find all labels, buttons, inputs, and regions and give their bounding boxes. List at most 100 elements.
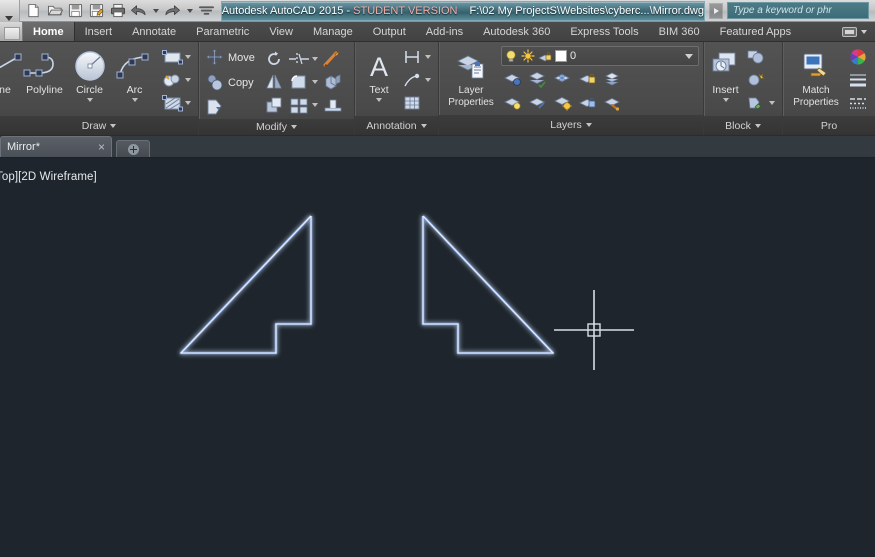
dimension-button[interactable] [400, 46, 424, 68]
rectangle-dropdown-caret-icon[interactable] [185, 55, 191, 59]
create-block-button[interactable] [744, 46, 768, 68]
rotate-button[interactable] [262, 48, 286, 70]
trim-dropdown-caret-icon[interactable] [311, 57, 318, 61]
layer-change-to-current-button[interactable] [601, 92, 625, 114]
circle-dropdown-caret-icon[interactable] [86, 98, 93, 102]
new-document-button[interactable] [24, 1, 44, 20]
drawing-canvas[interactable]: Top][2D Wireframe] [0, 158, 875, 557]
undo-arrow-icon [131, 4, 146, 15]
leader-dropdown-caret-icon[interactable] [425, 78, 431, 82]
rectangle-button[interactable] [160, 46, 184, 68]
3d-array-button[interactable] [321, 71, 345, 93]
redo-dropdown-caret-icon[interactable] [186, 8, 193, 13]
layer-isolate-button[interactable] [501, 68, 525, 90]
define-attributes-button[interactable] [744, 69, 768, 91]
panel-annotation-label[interactable]: Annotation [355, 116, 438, 135]
tab-annotate[interactable]: Annotate [122, 22, 186, 41]
edit-polyline-dropdown-caret-icon[interactable] [185, 78, 191, 82]
dimension-dropdown-caret-icon[interactable] [425, 55, 431, 59]
stretch-button[interactable] [203, 96, 261, 119]
hatch-button[interactable] [160, 92, 184, 114]
layer-thaw-all-button[interactable] [551, 92, 575, 114]
text-button[interactable]: A Text [359, 45, 399, 115]
fillet-button[interactable] [287, 71, 311, 93]
circle-button[interactable]: Circle [67, 45, 112, 115]
layer-unisolate-button[interactable] [526, 68, 550, 90]
undo-dropdown-caret-icon[interactable] [152, 8, 159, 13]
edit-block-dropdown-caret-icon[interactable] [769, 101, 775, 105]
layer-merge-button[interactable] [601, 68, 625, 90]
presspull-button[interactable] [321, 94, 345, 116]
tab-output[interactable]: Output [363, 22, 416, 41]
tab-autodesk-360[interactable]: Autodesk 360 [473, 22, 560, 41]
tab-insert[interactable]: Insert [75, 22, 123, 41]
save-document-button[interactable] [66, 1, 86, 20]
layer-on-button[interactable] [501, 92, 525, 114]
match-properties-button[interactable]: Match Properties [787, 45, 845, 115]
tab-home[interactable]: Home [22, 22, 75, 41]
text-dropdown-caret-icon[interactable] [376, 98, 382, 102]
insert-dropdown-caret-icon[interactable] [722, 98, 729, 102]
define-attributes-icon [748, 73, 765, 86]
customize-quick-access-button[interactable] [197, 1, 217, 20]
save-as-document-button[interactable] [87, 1, 107, 20]
tab-manage[interactable]: Manage [303, 22, 363, 41]
linetype-button[interactable] [846, 92, 870, 114]
tab-add-ins[interactable]: Add-ins [416, 22, 473, 41]
current-layer-dropdown[interactable]: 0 [501, 46, 699, 66]
open-document-button[interactable] [45, 1, 65, 20]
layer-properties-button[interactable]: Layer Properties [443, 46, 499, 108]
polyline-button[interactable]: Polyline [22, 45, 67, 115]
tab-featured-apps[interactable]: Featured Apps [710, 22, 802, 41]
leader-button[interactable] [400, 69, 424, 91]
edit-block-button[interactable] [744, 92, 768, 114]
move-button[interactable]: Move [203, 46, 261, 69]
object-color-button[interactable] [846, 46, 870, 68]
layer-thaw-button[interactable] [526, 92, 550, 114]
panel-block-label[interactable]: Block [704, 116, 782, 135]
panel-layers-label[interactable]: Layers [439, 115, 703, 135]
tab-bim-360[interactable]: BIM 360 [649, 22, 710, 41]
redo-button[interactable] [163, 1, 183, 20]
fillet-dropdown-caret-icon[interactable] [311, 80, 318, 84]
line-button[interactable]: ne [0, 45, 22, 115]
layer-unlock-button[interactable] [576, 92, 600, 114]
arc-button[interactable]: Arc [112, 45, 157, 115]
file-tab-mirror[interactable]: Mirror* × [0, 136, 112, 157]
layer-color-swatch[interactable] [555, 50, 567, 62]
scale-button[interactable] [262, 94, 286, 116]
minimize-ribbon-icon[interactable] [842, 26, 857, 37]
panel-properties-label[interactable]: Pro [783, 116, 875, 135]
trim-button[interactable] [287, 48, 311, 70]
arc-dropdown-caret-icon[interactable] [131, 98, 138, 102]
mirror-button[interactable] [262, 71, 286, 93]
minimize-ribbon-caret-icon[interactable] [861, 29, 867, 34]
tab-parametric[interactable]: Parametric [186, 22, 259, 41]
layer-lock-button[interactable] [576, 68, 600, 90]
array-icon [290, 98, 308, 114]
copy-button[interactable]: Copy [203, 71, 261, 94]
layer-dropdown-caret-icon[interactable] [685, 53, 693, 59]
plot-button[interactable] [108, 1, 128, 20]
linetype-icon [850, 98, 866, 109]
panel-modify-label[interactable]: Modify [199, 119, 354, 135]
array-button[interactable] [287, 94, 311, 116]
edit-polyline-button[interactable] [160, 69, 184, 91]
insert-block-button[interactable]: Insert [708, 45, 743, 115]
tab-express-tools[interactable]: Express Tools [560, 22, 648, 41]
panel-draw-label[interactable]: Draw [0, 116, 198, 135]
explode-button[interactable] [321, 48, 345, 70]
close-icon[interactable]: × [98, 141, 105, 153]
layer-freeze-button[interactable] [551, 68, 575, 90]
new-file-tab-button[interactable] [116, 140, 150, 157]
infocenter-expand-button[interactable] [709, 2, 723, 19]
lineweight-button[interactable] [846, 69, 870, 91]
undo-button[interactable] [129, 1, 149, 20]
application-menu-button[interactable] [0, 0, 20, 22]
explode-icon [323, 51, 340, 67]
search-input[interactable]: Type a keyword or phr [727, 2, 869, 19]
table-button[interactable] [400, 92, 424, 114]
tab-view[interactable]: View [259, 22, 303, 41]
array-dropdown-caret-icon[interactable] [311, 103, 318, 107]
hatch-dropdown-caret-icon[interactable] [185, 101, 191, 105]
